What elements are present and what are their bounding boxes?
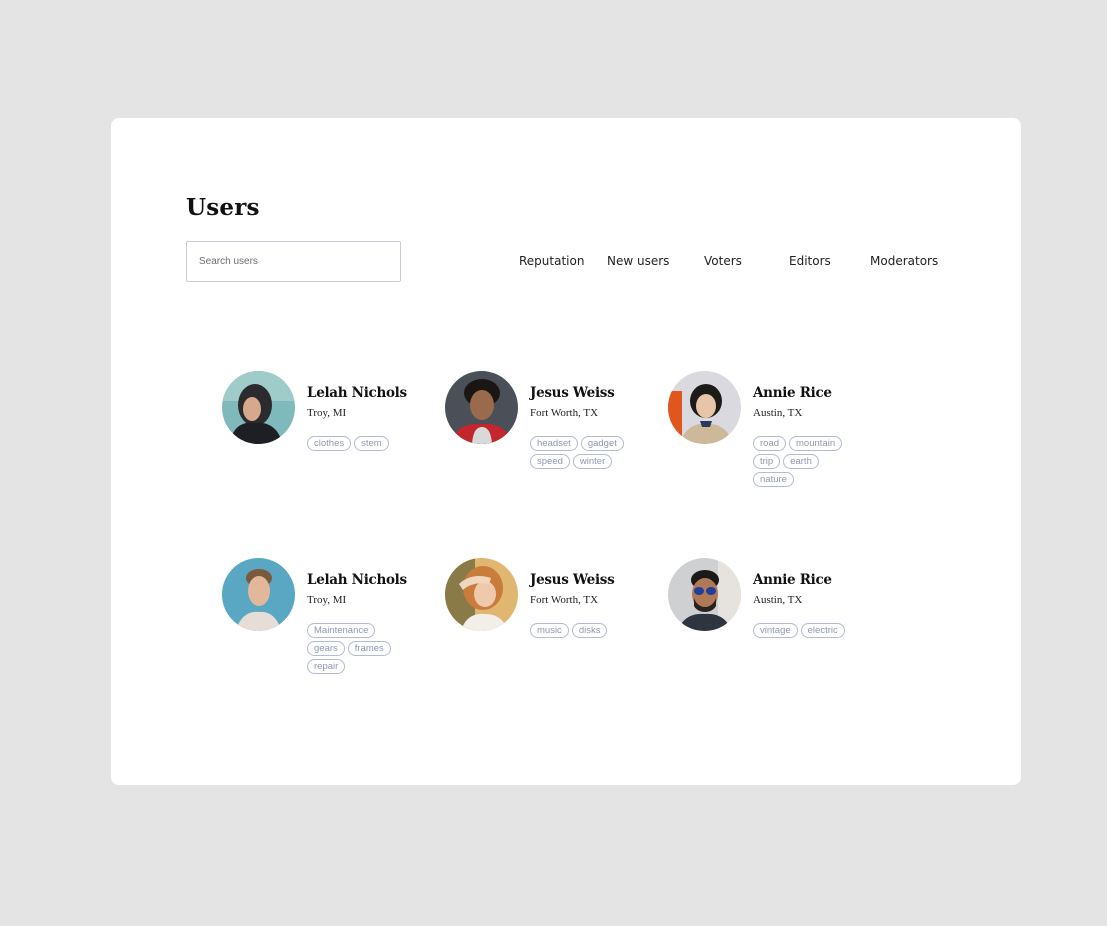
- user-name[interactable]: Lelah Nichols: [307, 572, 407, 588]
- tag[interactable]: electric: [800, 623, 845, 638]
- tag-list: headset gadget speed winter: [530, 436, 635, 469]
- user-name[interactable]: Annie Rice: [753, 385, 832, 401]
- tag[interactable]: repair: [307, 659, 346, 674]
- tag[interactable]: frames: [347, 641, 391, 656]
- tag-list: clothes stem: [307, 436, 412, 451]
- user-card[interactable]: Lelah Nichols Troy, MI Maintenance gears…: [222, 558, 432, 678]
- tag-list: vintage electric: [753, 623, 858, 638]
- tag[interactable]: gadget: [580, 436, 624, 451]
- user-card[interactable]: Annie Rice Austin, TX vintage electric: [668, 558, 878, 678]
- tag[interactable]: Maintenance: [307, 623, 376, 638]
- user-card[interactable]: Annie Rice Austin, TX road mountain trip…: [668, 371, 878, 491]
- user-card[interactable]: Jesus Weiss Fort Worth, TX headset gadge…: [445, 371, 655, 491]
- user-name[interactable]: Annie Rice: [753, 572, 832, 588]
- tag[interactable]: music: [530, 623, 569, 638]
- tag-list: Maintenance gears frames repair: [307, 623, 412, 674]
- tag[interactable]: vintage: [753, 623, 798, 638]
- user-name[interactable]: Lelah Nichols: [307, 385, 407, 401]
- tag[interactable]: nature: [753, 472, 794, 487]
- user-avatar[interactable]: [445, 558, 518, 631]
- tab-reputation[interactable]: Reputation: [519, 254, 584, 268]
- user-avatar[interactable]: [668, 558, 741, 631]
- user-location: Troy, MI: [307, 594, 347, 606]
- user-avatar[interactable]: [668, 371, 741, 444]
- tag[interactable]: earth: [783, 454, 819, 469]
- user-location: Austin, TX: [753, 594, 803, 606]
- users-card: Users Reputation New users Voters Editor…: [111, 118, 1021, 785]
- tag[interactable]: disks: [571, 623, 608, 638]
- user-card[interactable]: Jesus Weiss Fort Worth, TX music disks: [445, 558, 655, 678]
- tag[interactable]: gears: [307, 641, 345, 656]
- user-avatar[interactable]: [222, 558, 295, 631]
- tag[interactable]: road: [753, 436, 787, 451]
- tag[interactable]: headset: [530, 436, 578, 451]
- user-name[interactable]: Jesus Weiss: [530, 572, 615, 588]
- tag[interactable]: stem: [354, 436, 389, 451]
- tag-list: road mountain trip earth nature: [753, 436, 858, 487]
- tab-editors[interactable]: Editors: [789, 254, 831, 268]
- user-avatar[interactable]: [445, 371, 518, 444]
- user-location: Fort Worth, TX: [530, 407, 599, 419]
- tag[interactable]: trip: [753, 454, 781, 469]
- tag[interactable]: speed: [530, 454, 570, 469]
- tag[interactable]: winter: [572, 454, 613, 469]
- tag-list: music disks: [530, 623, 635, 638]
- page-title: Users: [186, 194, 260, 221]
- tag[interactable]: clothes: [307, 436, 352, 451]
- user-location: Austin, TX: [753, 407, 803, 419]
- tab-moderators[interactable]: Moderators: [870, 254, 938, 268]
- user-card[interactable]: Lelah Nichols Troy, MI clothes stem: [222, 371, 432, 491]
- tag[interactable]: mountain: [789, 436, 843, 451]
- user-location: Fort Worth, TX: [530, 594, 599, 606]
- tab-voters[interactable]: Voters: [704, 254, 742, 268]
- tab-new-users[interactable]: New users: [607, 254, 669, 268]
- user-location: Troy, MI: [307, 407, 347, 419]
- user-avatar[interactable]: [222, 371, 295, 444]
- search-input[interactable]: [186, 241, 401, 282]
- user-name[interactable]: Jesus Weiss: [530, 385, 615, 401]
